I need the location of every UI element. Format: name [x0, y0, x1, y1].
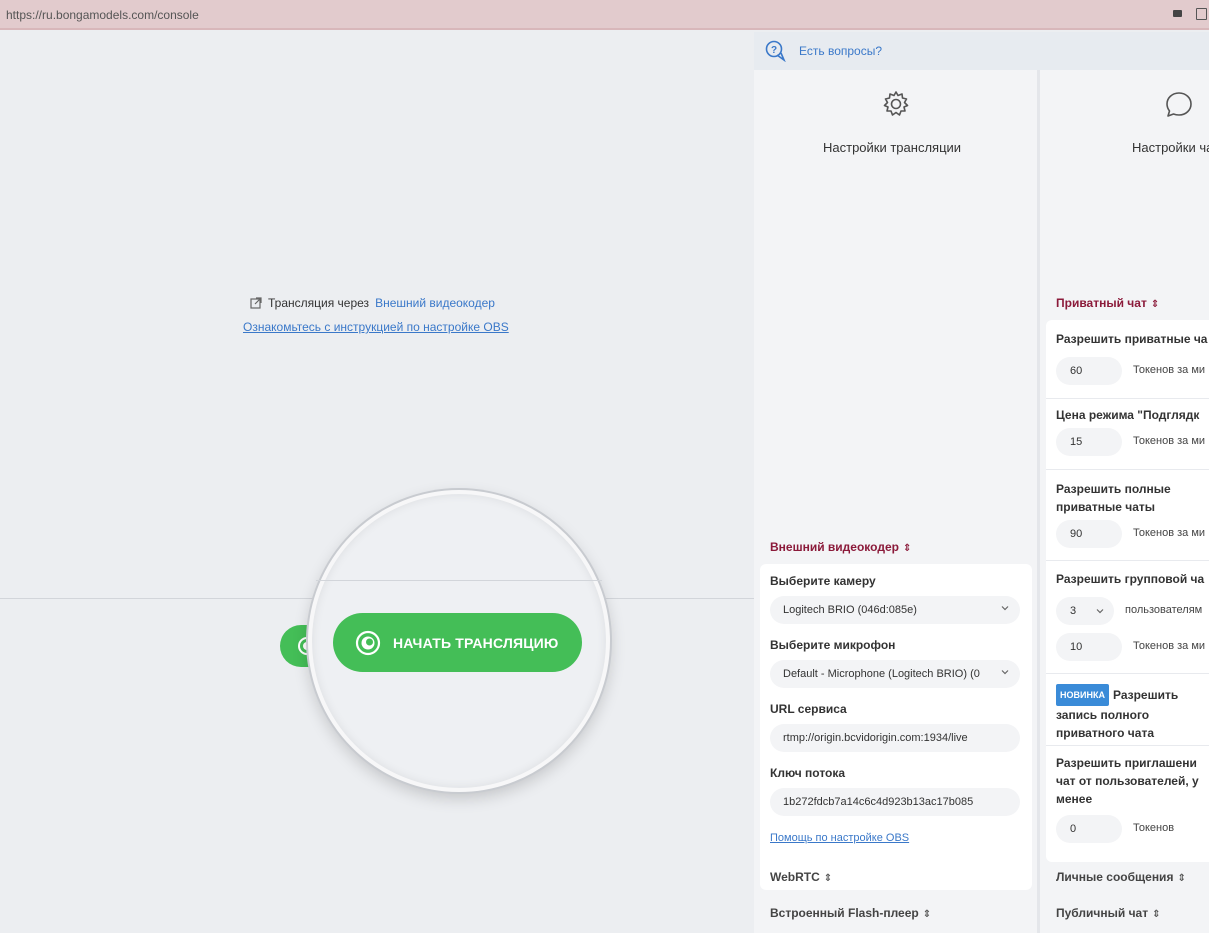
expand-arrows-icon: ⇕ — [1150, 299, 1160, 310]
encoder-section-title[interactable]: Внешний видеокодер ⇕ — [770, 540, 911, 554]
question-chat-icon: ? — [765, 40, 786, 62]
encoder-card: Выберите камеру Logitech BRIO (046d:085e… — [760, 564, 1032, 890]
chevron-down-icon — [1096, 609, 1104, 614]
encoder-prefix: Трансляция через — [268, 296, 370, 310]
tokens-unit: Токенов за ми — [1133, 364, 1206, 376]
full-private-price-input[interactable]: 90 — [1056, 520, 1122, 548]
expand-arrows-icon: ⇕ — [902, 543, 912, 554]
tokens-unit: Токенов за ми — [1133, 435, 1206, 447]
record-icon — [355, 630, 381, 655]
allow-private-label[interactable]: Разрешить приватные ча — [1056, 332, 1207, 346]
chat-settings-title[interactable]: Настройки ча — [1132, 140, 1209, 155]
row-divider — [1046, 745, 1209, 746]
encoder-info: Трансляция через Внешний видеокодер — [250, 296, 495, 310]
invite-price-input[interactable]: 0 — [1056, 815, 1122, 843]
row-divider — [1046, 673, 1209, 674]
private-chat-section-title[interactable]: Приватный чат ⇕ — [1056, 296, 1159, 310]
group-users-select[interactable]: 3 — [1056, 597, 1114, 625]
start-broadcast-label: НАЧАТЬ ТРАНСЛЯЦИЮ — [393, 634, 559, 651]
translate-icon[interactable] — [1196, 8, 1207, 20]
tokens-unit: Токенов за ми — [1133, 640, 1206, 652]
gear-icon[interactable] — [881, 89, 911, 119]
private-price-input[interactable]: 60 — [1056, 357, 1122, 385]
webrtc-section[interactable]: WebRTC ⇕ — [770, 870, 832, 884]
encoder-link[interactable]: Внешний видеокодер — [375, 296, 495, 310]
expand-arrows-icon: ⇕ — [922, 909, 932, 920]
stream-key-field[interactable]: 1b272fdcb7a14c6c4d923b13ac17b085 — [770, 788, 1020, 816]
public-chat-section[interactable]: Публичный чат ⇕ — [1056, 906, 1161, 920]
chat-settings-column: Настройки ча Приватный чат ⇕ Разрешить пр… — [1040, 70, 1209, 933]
flash-player-section[interactable]: Встроенный Flash-плеер ⇕ — [770, 906, 931, 920]
broadcast-settings-column: Настройки трансляции Внешний видеокодер ⇕… — [754, 70, 1037, 933]
magnified-divider — [316, 580, 602, 581]
obs-instructions-link[interactable]: Ознакомьтесь с инструкцией по настройке … — [243, 320, 509, 334]
tokens-unit: Токенов за ми — [1133, 527, 1206, 539]
url-label: URL сервиса — [770, 702, 847, 716]
private-chat-card: Разрешить приватные ча 60 Токенов за ми … — [1046, 320, 1209, 862]
camera-icon[interactable] — [1173, 10, 1182, 17]
start-broadcast-button[interactable]: НАЧАТЬ ТРАНСЛЯЦИЮ — [333, 613, 582, 672]
record-private-label[interactable]: НОВИНКА Разрешить запись полного приватно… — [1056, 684, 1196, 742]
mic-select[interactable]: Default - Microphone (Logitech BRIO) (0 — [770, 660, 1020, 688]
questions-bar[interactable]: ? Есть вопросы? — [754, 32, 1209, 70]
users-unit: пользователям — [1125, 604, 1203, 616]
broadcast-stage: Трансляция через Внешний видеокодер Озна… — [0, 32, 754, 933]
browser-address-bar[interactable]: https://ru.bongamodels.com/console — [0, 0, 1209, 30]
camera-select[interactable]: Logitech BRIO (046d:085e) — [770, 596, 1020, 624]
chevron-down-icon — [1001, 606, 1009, 611]
personal-messages-section[interactable]: Личные сообщения ⇕ — [1056, 870, 1186, 884]
broadcast-settings-title[interactable]: Настройки трансляции — [823, 140, 961, 155]
expand-arrows-icon: ⇕ — [1152, 909, 1161, 920]
camera-label: Выберите камеру — [770, 574, 876, 588]
allow-invites-label[interactable]: Разрешить приглашени чат от пользователе… — [1056, 754, 1209, 808]
expand-arrows-icon: ⇕ — [823, 873, 833, 884]
row-divider — [1046, 398, 1209, 399]
mic-label: Выберите микрофон — [770, 638, 896, 652]
url-field[interactable]: rtmp://origin.bcvidorigin.com:1934/live — [770, 724, 1020, 752]
key-label: Ключ потока — [770, 766, 846, 780]
svg-text:?: ? — [771, 45, 777, 56]
spy-price-input[interactable]: 15 — [1056, 428, 1122, 456]
allow-group-label[interactable]: Разрешить групповой ча — [1056, 572, 1204, 586]
spy-mode-label: Цена режима "Подглядк — [1056, 408, 1200, 422]
row-divider — [1046, 560, 1209, 561]
url-text[interactable]: https://ru.bongamodels.com/console — [6, 8, 199, 22]
questions-link[interactable]: Есть вопросы? — [799, 44, 882, 58]
chat-bubble-icon[interactable] — [1164, 90, 1194, 120]
new-badge: НОВИНКА — [1056, 684, 1109, 706]
obs-help-link[interactable]: Помощь по настройке OBS — [770, 832, 909, 844]
expand-arrows-icon: ⇕ — [1177, 873, 1186, 884]
row-divider — [1046, 469, 1209, 470]
group-price-input[interactable]: 10 — [1056, 633, 1122, 661]
allow-full-private-label[interactable]: Разрешить полные приватные чаты — [1056, 480, 1186, 516]
tokens-unit: Токенов — [1133, 822, 1175, 834]
settings-panel: ? Есть вопросы? Настройки трансляции Вне… — [754, 32, 1209, 933]
external-link-icon — [250, 297, 262, 309]
chevron-down-icon — [1001, 670, 1009, 675]
